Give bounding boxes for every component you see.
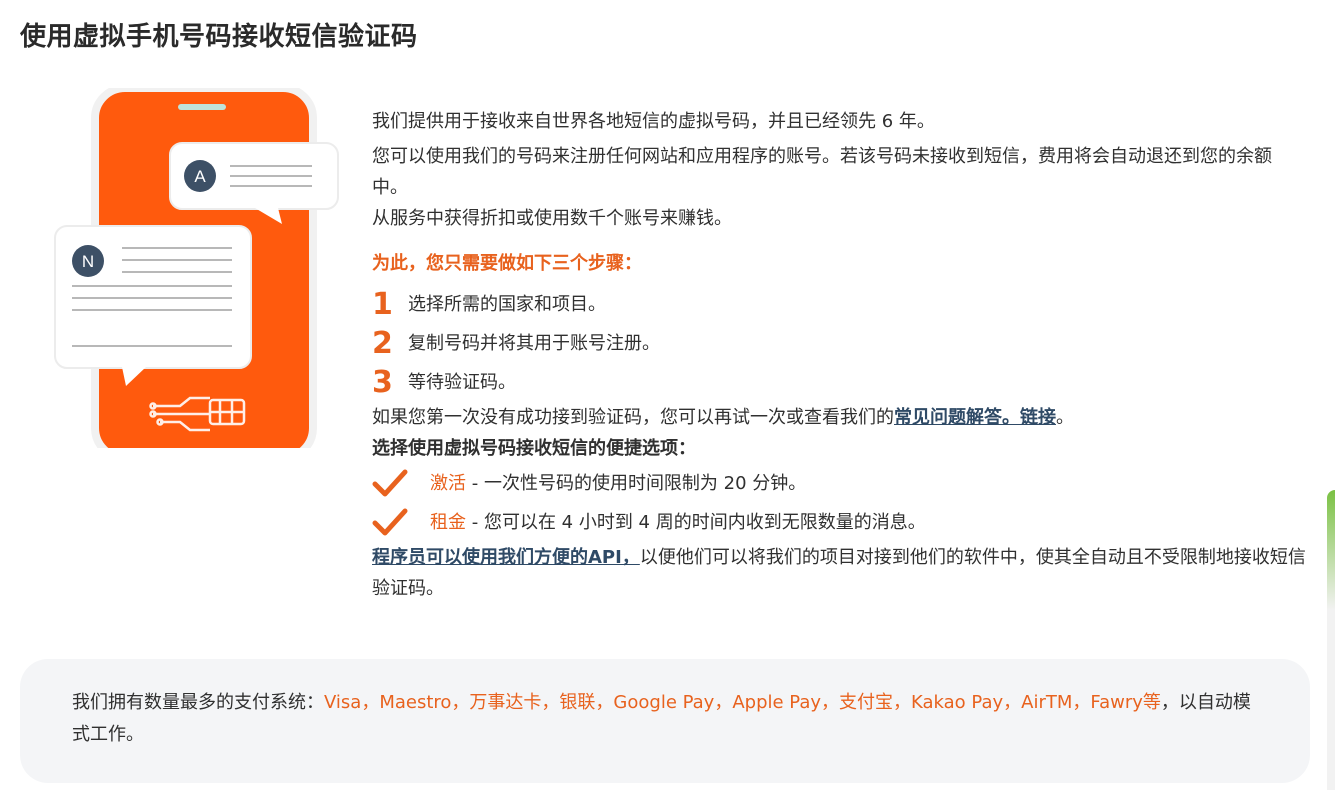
message-bubble-bottom: N bbox=[54, 225, 252, 386]
step-item: 1 选择所需的国家和项目。 bbox=[372, 285, 1307, 324]
step-text: 选择所需的国家和项目。 bbox=[408, 294, 606, 315]
intro-line-1: 我们提供用于接收来自世界各地短信的虚拟号码，并且已经领先 6 年。 bbox=[372, 111, 935, 132]
api-link[interactable]: 程序员可以使用我们方便的API， bbox=[372, 547, 640, 568]
option-desc: - 一次性号码的使用时间限制为 20 分钟。 bbox=[466, 473, 807, 494]
svg-text:N: N bbox=[82, 252, 94, 271]
option-name: 租金 bbox=[430, 512, 466, 533]
step-text: 等待验证码。 bbox=[408, 372, 516, 393]
step-number: 3 bbox=[372, 364, 393, 400]
step-item: 3 等待验证码。 bbox=[372, 363, 1307, 402]
payment-systems-box: 我们拥有数量最多的支付系统：Visa，Maestro，万事达卡，银联，Googl… bbox=[20, 659, 1310, 783]
main-content: 我们提供用于接收来自世界各地短信的虚拟号码，并且已经领先 6 年。 您可以使用我… bbox=[372, 106, 1307, 604]
option-name: 激活 bbox=[430, 473, 466, 494]
intro-line-2: 您可以使用我们的号码来注册任何网站和应用程序的账号。若该号码未接收到短信，费用将… bbox=[372, 146, 1272, 198]
retry-paragraph: 如果您第一次没有成功接到验证码，您可以再试一次或查看我们的常见问题解答。链接。 bbox=[372, 402, 1307, 433]
retry-text: 如果您第一次没有成功接到验证码，您可以再试一次或查看我们的 bbox=[372, 407, 894, 428]
step-number: 1 bbox=[372, 286, 393, 322]
check-icon bbox=[372, 507, 430, 539]
api-paragraph: 程序员可以使用我们方便的API，以便他们可以将我们的项目对接到他们的软件中，使其… bbox=[372, 542, 1307, 604]
intro-line-3: 从服务中获得折扣或使用数千个账号来赚钱。 bbox=[372, 208, 732, 229]
payment-prefix: 我们拥有数量最多的支付系统： bbox=[72, 692, 324, 713]
check-icon bbox=[372, 468, 430, 500]
step-number: 2 bbox=[372, 325, 393, 361]
svg-text:A: A bbox=[194, 167, 206, 186]
step-text: 复制号码并将其用于账号注册。 bbox=[408, 333, 660, 354]
steps-list: 1 选择所需的国家和项目。 2 复制号码并将其用于账号注册。 3 等待验证码。 bbox=[372, 285, 1307, 402]
phone-sms-illustration: A N bbox=[54, 88, 339, 448]
payment-text: 我们拥有数量最多的支付系统：Visa，Maestro，万事达卡，银联，Googl… bbox=[72, 687, 1262, 751]
payment-list: Visa，Maestro，万事达卡，银联，Google Pay，Apple Pa… bbox=[324, 692, 1161, 713]
faq-link[interactable]: 常见问题解答。链接 bbox=[894, 407, 1056, 428]
retry-end: 。 bbox=[1056, 407, 1074, 428]
page-title: 使用虚拟手机号码接收短信验证码 bbox=[20, 22, 418, 52]
scroll-edge-accent bbox=[1327, 490, 1335, 790]
option-item-activation: 激活 - 一次性号码的使用时间限制为 20 分钟。 bbox=[372, 464, 1307, 503]
option-desc: - 您可以在 4 小时到 4 周的时间内收到无限数量的消息。 bbox=[466, 512, 926, 533]
options-title: 选择使用虚拟号码接收短信的便捷选项： bbox=[372, 438, 696, 459]
step-item: 2 复制号码并将其用于账号注册。 bbox=[372, 324, 1307, 363]
steps-title: 为此，您只需要做如下三个步骤： bbox=[372, 253, 642, 274]
option-item-rent: 租金 - 您可以在 4 小时到 4 周的时间内收到无限数量的消息。 bbox=[372, 503, 1307, 542]
